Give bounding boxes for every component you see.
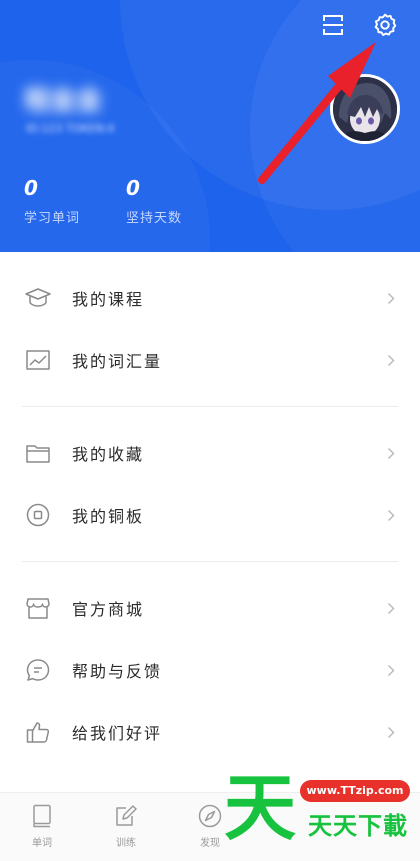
menu-group-service: 官方商城 帮助与反馈 给我们好评 [22,562,398,778]
menu-item-rate-us[interactable]: 给我们好评 [22,701,398,763]
nav-tab-words[interactable]: 单词 [17,803,67,849]
folder-icon [24,439,52,467]
menu-item-my-coins[interactable]: 我的铜板 [22,484,398,546]
gear-icon[interactable] [370,10,400,40]
thumbs-up-icon [24,718,52,746]
stat-learned-words: 0 学习单词 [24,175,80,226]
edit-icon [113,803,139,829]
chevron-right-icon [386,291,396,305]
graduation-cap-icon [24,284,52,312]
menu-group-assets: 我的收藏 我的铜板 [22,407,398,562]
nav-tab-label: 训练 [116,838,136,849]
menu-item-help-feedback[interactable]: 帮助与反馈 [22,639,398,701]
stat-value: 0 [126,176,140,200]
menu-item-label: 我的收藏 [72,445,145,464]
chevron-right-icon [386,725,396,739]
avatar[interactable] [330,74,400,144]
menu-group-learning: 我的课程 我的词汇量 [22,252,398,407]
menu-item-my-vocabulary[interactable]: 我的词汇量 [22,329,398,391]
menu-item-official-store[interactable]: 官方商城 [22,577,398,639]
menu-item-label: 我的词汇量 [72,352,163,371]
nav-tab-label: 单词 [32,838,52,849]
nav-tab-train[interactable]: 训练 [101,803,151,849]
compass-icon [197,803,223,829]
menu-item-label: 我的课程 [72,290,145,309]
chart-icon [24,346,52,374]
nav-tab-label: 发现 [200,838,220,849]
stat-label: 学习单词 [24,211,81,226]
chevron-right-icon [386,508,396,522]
chevron-right-icon [386,601,396,615]
chevron-right-icon [386,446,396,460]
bottom-nav: 单词 训练 发现 [0,792,420,861]
book-icon [29,803,55,829]
menu-item-label: 帮助与反馈 [72,662,163,681]
stat-label: 坚持天数 [126,211,183,226]
user-meta: ID:123 TOKEN:4 [26,122,115,135]
menu-item-label: 我的铜板 [72,507,145,526]
chat-icon [24,656,52,684]
scan-icon[interactable] [318,10,348,40]
menu-item-label: 给我们好评 [72,724,163,743]
profile-header: 程金金 ID:123 TOKEN:4 0 学习单词 0 坚持天数 [0,0,420,252]
nav-tab-discover[interactable]: 发现 [185,803,235,849]
coin-icon [24,501,52,529]
store-icon [24,594,52,622]
chevron-right-icon [386,353,396,367]
stat-value: 0 [24,176,38,200]
menu-item-label: 官方商城 [72,600,145,619]
user-name: 程金金 [24,86,103,116]
menu-item-my-favorites[interactable]: 我的收藏 [22,422,398,484]
chevron-right-icon [386,663,396,677]
stat-streak-days: 0 坚持天数 [126,175,182,226]
profile-menu: 我的课程 我的词汇量 我的收藏 我的铜板 官方商城 帮助与反馈 给我们好评 [0,252,420,778]
menu-item-my-courses[interactable]: 我的课程 [22,267,398,329]
